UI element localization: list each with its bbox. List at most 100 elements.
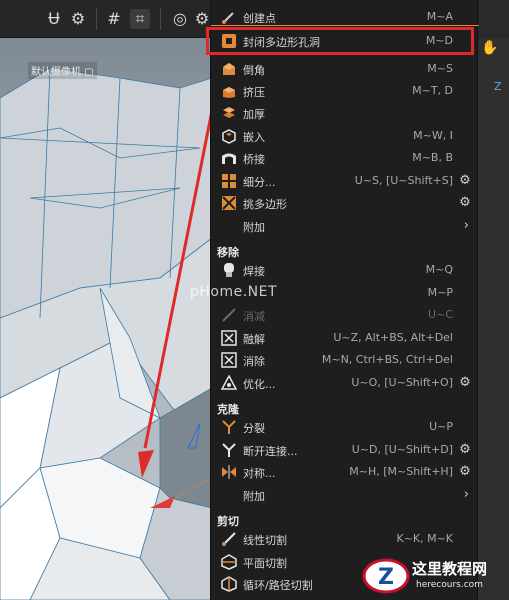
gear-icon[interactable]: ⚙ xyxy=(457,464,473,480)
menu-item-shortcut: U~S, [U~Shift+S] xyxy=(354,174,453,187)
menu-item-bevel[interactable]: 倒角 M~S xyxy=(211,58,479,80)
menu-item-weld[interactable]: 焊接 M~Q xyxy=(211,259,479,281)
menu-item-shortcut: M~Q xyxy=(425,263,453,276)
menu-item-label: 融解 xyxy=(243,333,265,346)
menu-item-label: 细分... xyxy=(243,176,276,189)
svg-text:Z: Z xyxy=(378,565,394,590)
dissolve-icon xyxy=(221,307,237,323)
camera-label-text: 默认摄像机 xyxy=(31,67,81,78)
section-header-cut: 剪切 xyxy=(217,515,239,528)
gear-icon[interactable]: ⚙ xyxy=(457,442,473,458)
menu-item-shortcut: K~K, M~K xyxy=(396,532,453,545)
menu-item-inset[interactable]: 嵌入 M~W, I xyxy=(211,125,479,147)
menu-item-shortcut: U~O, [U~Shift+O] xyxy=(351,376,453,389)
menu-item-split[interactable]: 分裂 U~P xyxy=(211,416,479,438)
menu-item-shortcut: U~Z, Alt+BS, Alt+Del xyxy=(333,331,453,344)
menu-item-thicken[interactable]: 加厚 xyxy=(211,102,479,124)
menu-item-subdivide[interactable]: 细分... U~S, [U~Shift+S] ⚙ xyxy=(211,170,479,192)
extrude-icon xyxy=(221,83,237,99)
split-icon xyxy=(221,419,237,435)
menu-item-more-clone[interactable]: 附加 › xyxy=(211,484,479,506)
menu-item-label: 倒角 xyxy=(243,64,265,77)
menu-item-disconnect[interactable]: 断开连接... U~D, [U~Shift+D] ⚙ xyxy=(211,439,479,461)
menu-item-shortcut: U~D, [U~Shift+D] xyxy=(351,443,453,456)
menu-item-create-point[interactable]: 创建点 M~A xyxy=(211,6,479,28)
gear-icon[interactable]: ⚙ xyxy=(457,195,473,211)
chevron-right-icon: › xyxy=(463,487,469,502)
mesh-drawing xyxy=(0,38,212,600)
menu-item-extrude[interactable]: 挤压 M~T, D xyxy=(211,80,479,102)
loop-cut-icon xyxy=(221,576,237,592)
menu-item-dissolve: 消减 U~C xyxy=(211,304,479,326)
menu-item-label: 循环/路径切割 xyxy=(243,579,313,592)
symmetry-icon xyxy=(221,464,237,480)
thicken-icon xyxy=(221,105,237,121)
3d-viewport[interactable]: 默认摄像机 ▢ xyxy=(0,38,212,600)
menu-item-label: 消除 xyxy=(243,355,265,368)
menu-item-bridge[interactable]: 桥接 M~B, B xyxy=(211,147,479,169)
menu-item-label: 挑多边形 xyxy=(243,198,287,211)
menu-item-eliminate[interactable]: 消除 M~N, Ctrl+BS, Ctrl+Del xyxy=(211,349,479,371)
menu-item-label: 消减 xyxy=(243,310,265,323)
menu-item-label: 挤压 xyxy=(243,86,265,99)
grid-icon[interactable]: # xyxy=(104,9,124,29)
create-point-icon xyxy=(221,9,237,25)
target-icon[interactable]: ◎ xyxy=(170,9,190,29)
menu-item-label: 附加 xyxy=(243,221,265,234)
menu-item-line-cut[interactable]: 线性切割 K~K, M~K xyxy=(211,528,479,550)
menu-item-shortcut: M~B, B xyxy=(412,151,453,164)
camera-label[interactable]: 默认摄像机 ▢ xyxy=(28,62,97,79)
right-panel-strip xyxy=(478,38,509,600)
site-logo: Z 这里教程网 herecours.com xyxy=(360,552,509,600)
menu-item-label: 优化... xyxy=(243,378,276,391)
menu-item-optimize[interactable]: 优化... U~O, [U~Shift+O] ⚙ xyxy=(211,372,479,394)
menu-item-label: 加厚 xyxy=(243,108,265,121)
chevron-right-icon: › xyxy=(463,218,469,233)
camera-icon: ▢ xyxy=(84,67,94,78)
mesh-context-menu: 创建点 M~A 封闭多边形孔洞 M~D 倒角 M~S 挤压 M~T, D 加厚 … xyxy=(210,0,479,600)
hand-icon[interactable]: ✋ xyxy=(481,40,498,56)
menu-item-symmetry[interactable]: 对称... M~H, [M~Shift+H] ⚙ xyxy=(211,461,479,483)
gear-icon[interactable]: ⚙ xyxy=(457,173,473,189)
menu-item-label: 线性切割 xyxy=(243,534,287,547)
workplane-icon[interactable]: ⌗ xyxy=(130,9,150,29)
toolbar-divider xyxy=(96,8,97,30)
gear-icon[interactable]: ⚙ xyxy=(192,9,212,29)
melt-icon xyxy=(221,330,237,346)
menu-item-label: 对称... xyxy=(243,467,276,480)
subdivide-icon xyxy=(221,173,237,189)
menu-item-shortcut: M~S xyxy=(427,62,453,75)
menu-item-label: 创建点 xyxy=(243,12,276,25)
menu-item-label: 桥接 xyxy=(243,153,265,166)
gear-icon[interactable]: ⚙ xyxy=(457,375,473,391)
section-header-clone: 克隆 xyxy=(217,403,239,416)
pick-polygon-icon xyxy=(221,195,237,211)
logo-main-text: 这里教程网 xyxy=(412,560,488,578)
disconnect-icon xyxy=(221,442,237,458)
menu-item-shortcut: U~C xyxy=(428,308,453,321)
magnet-icon[interactable]: Ʉ xyxy=(44,9,64,29)
bevel-icon xyxy=(221,61,237,77)
menu-item-shortcut: M~N, Ctrl+BS, Ctrl+Del xyxy=(321,353,453,366)
annotation-highlight-box xyxy=(206,27,474,55)
section-header-remove: 移除 xyxy=(217,246,239,259)
inset-icon xyxy=(221,128,237,144)
menu-item-label: 分裂 xyxy=(243,422,265,435)
optimize-icon xyxy=(220,374,238,391)
menu-item-more[interactable]: 附加 › xyxy=(211,215,479,237)
toolbar-divider xyxy=(160,8,161,30)
line-cut-icon xyxy=(221,531,237,547)
menu-item-label: 平面切割 xyxy=(243,557,287,570)
menu-item-shortcut: M~H, [M~Shift+H] xyxy=(349,465,453,478)
bridge-icon xyxy=(221,150,237,166)
menu-item-pick-polygon[interactable]: 挑多边形 ⚙ xyxy=(211,192,479,214)
menu-item-label: 嵌入 xyxy=(243,131,265,144)
axis-label: Z xyxy=(494,80,502,93)
menu-item-shortcut: M~T, D xyxy=(412,84,453,97)
gear-icon[interactable]: ⚙ xyxy=(68,9,88,29)
menu-item-label: 附加 xyxy=(243,490,265,503)
menu-item-shortcut: M~P xyxy=(427,286,453,299)
watermark-text: pHome.NET xyxy=(190,284,278,300)
menu-item-shortcut: M~W, I xyxy=(413,129,453,142)
menu-item-melt[interactable]: 融解 U~Z, Alt+BS, Alt+Del xyxy=(211,327,479,349)
